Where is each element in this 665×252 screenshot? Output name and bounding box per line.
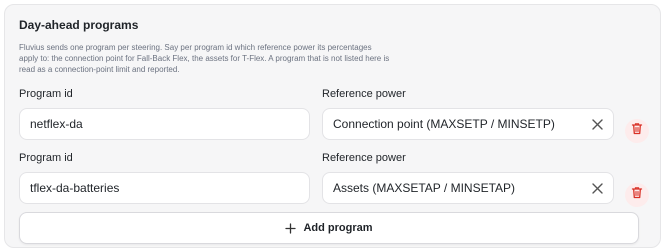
- program-id-value: tflex-da-batteries: [30, 181, 120, 195]
- trash-icon: [631, 186, 643, 204]
- delete-program-button[interactable]: [625, 119, 649, 143]
- reference-power-label: Reference power: [322, 88, 406, 100]
- reference-power-select[interactable]: Connection point (MAXSETP / MINSETP): [322, 108, 614, 140]
- day-ahead-programs-panel: Day-ahead programs Fluvius sends one pro…: [4, 4, 661, 248]
- program-id-label: Program id: [19, 88, 73, 100]
- reference-power-value: Connection point (MAXSETP / MINSETP): [333, 117, 555, 131]
- close-icon[interactable]: [589, 180, 605, 196]
- add-program-label: Add program: [303, 222, 373, 234]
- add-program-button[interactable]: Add program: [19, 212, 639, 244]
- reference-power-label: Reference power: [322, 152, 406, 164]
- trash-icon: [631, 122, 643, 140]
- section-title: Day-ahead programs: [19, 18, 139, 32]
- program-id-value: netflex-da: [30, 117, 83, 131]
- reference-power-value: Assets (MAXSETAP / MINSETAP): [333, 181, 516, 195]
- delete-program-button[interactable]: [625, 183, 649, 207]
- plus-icon: [285, 222, 297, 234]
- close-icon[interactable]: [589, 116, 605, 132]
- program-id-label: Program id: [19, 152, 73, 164]
- program-id-input[interactable]: netflex-da: [19, 108, 310, 140]
- program-id-input[interactable]: tflex-da-batteries: [19, 172, 310, 204]
- section-description: Fluvius sends one program per steering. …: [19, 43, 390, 74]
- reference-power-select[interactable]: Assets (MAXSETAP / MINSETAP): [322, 172, 614, 204]
